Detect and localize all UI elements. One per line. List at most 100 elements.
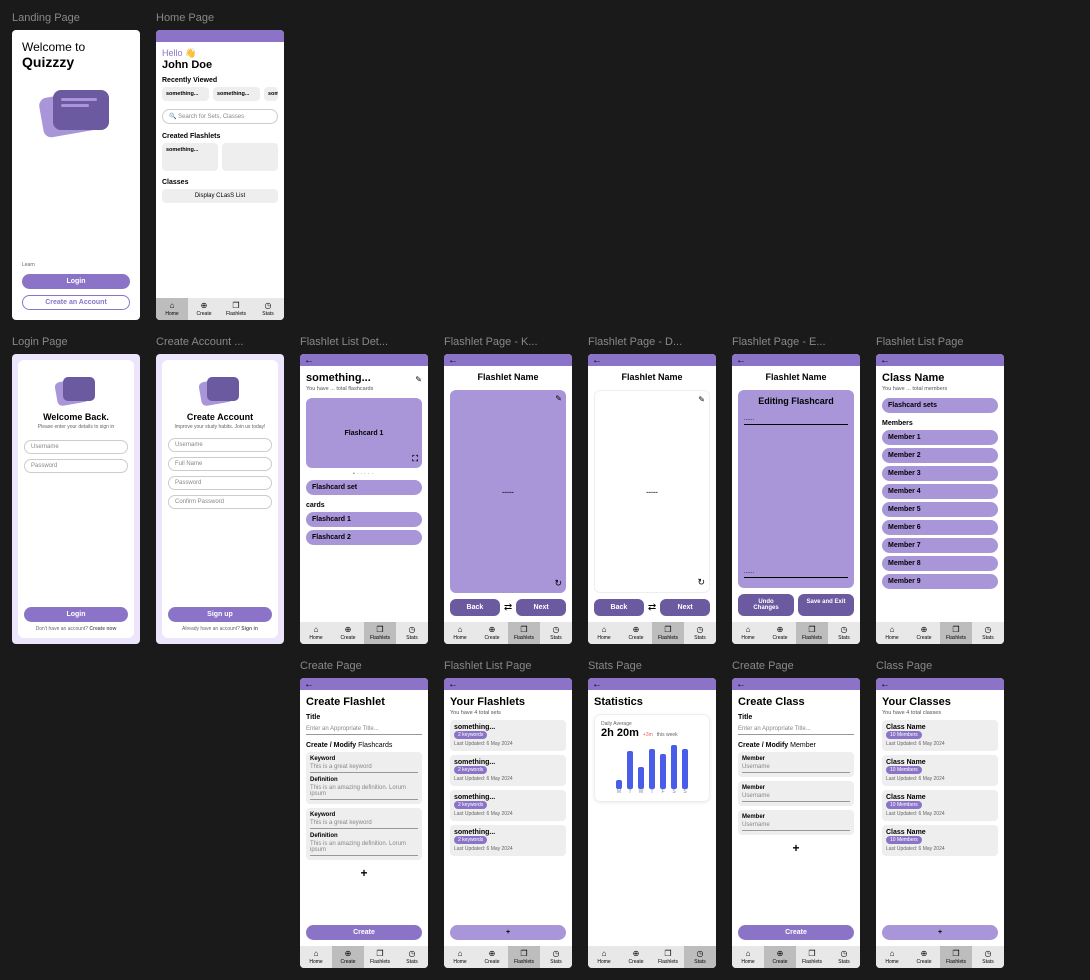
password-input[interactable]: Password xyxy=(168,476,272,490)
nav-create[interactable]: ⊕Create xyxy=(908,946,940,968)
add-member-button[interactable]: + xyxy=(738,839,854,857)
recent-item[interactable]: something... xyxy=(162,87,209,101)
nav-create[interactable]: ⊕Create xyxy=(620,946,652,968)
nav-home[interactable]: ⌂Home xyxy=(732,622,764,644)
member-item[interactable]: Member 9 xyxy=(882,574,998,589)
back-icon[interactable]: ← xyxy=(880,679,890,690)
flashcard-sets-button[interactable]: Flashcard sets xyxy=(882,398,998,413)
nav-stats[interactable]: ◷Stats xyxy=(396,622,428,644)
nav-flashlets[interactable]: ❐Flashlets xyxy=(508,622,540,644)
nav-flashlets[interactable]: ❐Flashlets xyxy=(220,298,252,320)
fullname-input[interactable]: Full Name xyxy=(168,457,272,471)
signup-button[interactable]: Sign up xyxy=(168,607,272,622)
nav-flashlets[interactable]: ❐Flashlets xyxy=(940,946,972,968)
nav-stats[interactable]: ◷Stats xyxy=(828,946,860,968)
add-flashcard-button[interactable]: + xyxy=(306,864,422,882)
class-item[interactable]: Class Name 10 Members Last Updated: 6 Ma… xyxy=(882,790,998,821)
back-icon[interactable]: ← xyxy=(736,355,746,366)
title-input[interactable]: Enter an Appropriate Title... xyxy=(738,724,854,735)
back-icon[interactable]: ← xyxy=(304,679,314,690)
member-item[interactable]: Member 5 xyxy=(882,502,998,517)
confirm-password-input[interactable]: Confirm Password xyxy=(168,495,272,509)
flashlet-card[interactable] xyxy=(222,143,278,171)
flashlet-card[interactable]: something... xyxy=(162,143,218,171)
password-input[interactable]: Password xyxy=(24,459,128,473)
back-button[interactable]: Back xyxy=(450,599,500,616)
flashlet-item[interactable]: something... 2 keywords Last Updated: 6 … xyxy=(450,720,566,751)
nav-flashlets[interactable]: ❐Flashlets xyxy=(652,946,684,968)
nav-home[interactable]: ⌂Home xyxy=(300,622,332,644)
login-button[interactable]: Login xyxy=(24,607,128,622)
nav-create[interactable]: ⊕Create xyxy=(332,946,364,968)
shuffle-icon[interactable]: ⇄ xyxy=(648,602,656,613)
add-button[interactable]: + xyxy=(882,925,998,940)
class-list-button[interactable]: Display CLasS List xyxy=(162,189,278,203)
flip-icon[interactable]: ↻ xyxy=(697,577,705,588)
title-input[interactable]: Enter an Appropriate Title... xyxy=(306,724,422,735)
nav-stats[interactable]: ◷Stats xyxy=(684,622,716,644)
nav-create[interactable]: ⊕Create xyxy=(476,622,508,644)
edit-icon[interactable]: ✎ xyxy=(415,375,422,384)
member-input[interactable]: Username xyxy=(742,791,850,802)
create-button[interactable]: Create xyxy=(306,925,422,940)
nav-home[interactable]: ⌂Home xyxy=(876,622,908,644)
flashcard-face[interactable]: ✎ ...... ↻ xyxy=(594,390,710,593)
member-input[interactable]: Username xyxy=(742,820,850,831)
nav-stats[interactable]: ◷Stats xyxy=(540,622,572,644)
back-icon[interactable]: ← xyxy=(304,355,314,366)
definition-input[interactable]: This is an amazing definition. Lorum ips… xyxy=(310,839,418,856)
member-item[interactable]: Member 3 xyxy=(882,466,998,481)
next-button[interactable]: Next xyxy=(516,599,566,616)
member-item[interactable]: Member 8 xyxy=(882,556,998,571)
create-now-link[interactable]: Create now xyxy=(89,626,116,632)
nav-create[interactable]: ⊕Create xyxy=(908,622,940,644)
edit-line-2[interactable]: ...... xyxy=(744,567,848,578)
nav-flashlets[interactable]: ❐Flashlets xyxy=(508,946,540,968)
definition-input[interactable]: This is an amazing definition. Lorum ips… xyxy=(310,783,418,800)
nav-flashlets[interactable]: ❐Flashlets xyxy=(364,622,396,644)
signin-link[interactable]: Sign in xyxy=(241,626,258,632)
back-icon[interactable]: ← xyxy=(448,355,458,366)
nav-stats[interactable]: ◷Stats xyxy=(540,946,572,968)
nav-home[interactable]: ⌂Home xyxy=(300,946,332,968)
flashcard-face[interactable]: ✎ ...... ↻ xyxy=(450,390,566,593)
nav-create[interactable]: ⊕Create xyxy=(764,946,796,968)
nav-stats[interactable]: ◷Stats xyxy=(252,298,284,320)
class-item[interactable]: Class Name 10 Members Last Updated: 6 Ma… xyxy=(882,720,998,751)
nav-create[interactable]: ⊕Create xyxy=(332,622,364,644)
nav-flashlets[interactable]: ❐Flashlets xyxy=(796,622,828,644)
save-button[interactable]: Save and Exit xyxy=(798,594,854,616)
nav-home[interactable]: ⌂Home xyxy=(876,946,908,968)
member-item[interactable]: Member 7 xyxy=(882,538,998,553)
nav-home[interactable]: ⌂Home xyxy=(588,622,620,644)
member-input[interactable]: Username xyxy=(742,762,850,773)
flashlet-item[interactable]: something... 2 keywords Last Updated: 6 … xyxy=(450,755,566,786)
nav-create[interactable]: ⊕Create xyxy=(476,946,508,968)
keyword-input[interactable]: This is a great keyword xyxy=(310,818,418,829)
nav-stats[interactable]: ◷Stats xyxy=(972,622,1004,644)
flip-icon[interactable]: ↻ xyxy=(554,578,562,589)
nav-flashlets[interactable]: ❐Flashlets xyxy=(940,622,972,644)
edit-icon[interactable]: ✎ xyxy=(698,395,705,404)
member-item[interactable]: Member 4 xyxy=(882,484,998,499)
nav-flashlets[interactable]: ❐Flashlets xyxy=(796,946,828,968)
add-button[interactable]: + xyxy=(450,925,566,940)
class-item[interactable]: Class Name 10 Members Last Updated: 6 Ma… xyxy=(882,755,998,786)
member-item[interactable]: Member 6 xyxy=(882,520,998,535)
create-account-button[interactable]: Create an Account xyxy=(22,295,130,310)
keyword-input[interactable]: This is a great keyword xyxy=(310,762,418,773)
recent-item[interactable]: something... xyxy=(213,87,260,101)
username-input[interactable]: Username xyxy=(24,440,128,454)
back-icon[interactable]: ← xyxy=(880,355,890,366)
create-button[interactable]: Create xyxy=(738,925,854,940)
class-item[interactable]: Class Name 10 Members Last Updated: 6 Ma… xyxy=(882,825,998,856)
expand-icon[interactable]: ⛶ xyxy=(412,454,418,464)
flashcard-preview[interactable]: Flashcard 1 ⛶ xyxy=(306,398,422,468)
nav-stats[interactable]: ◷Stats xyxy=(828,622,860,644)
undo-button[interactable]: Undo Changes xyxy=(738,594,794,616)
nav-home[interactable]: ⌂Home xyxy=(588,946,620,968)
nav-stats[interactable]: ◷Stats xyxy=(684,946,716,968)
search-input[interactable]: 🔍 Search for Sets, Classes xyxy=(162,109,278,124)
next-button[interactable]: Next xyxy=(660,599,710,616)
nav-home[interactable]: ⌂Home xyxy=(156,298,188,320)
